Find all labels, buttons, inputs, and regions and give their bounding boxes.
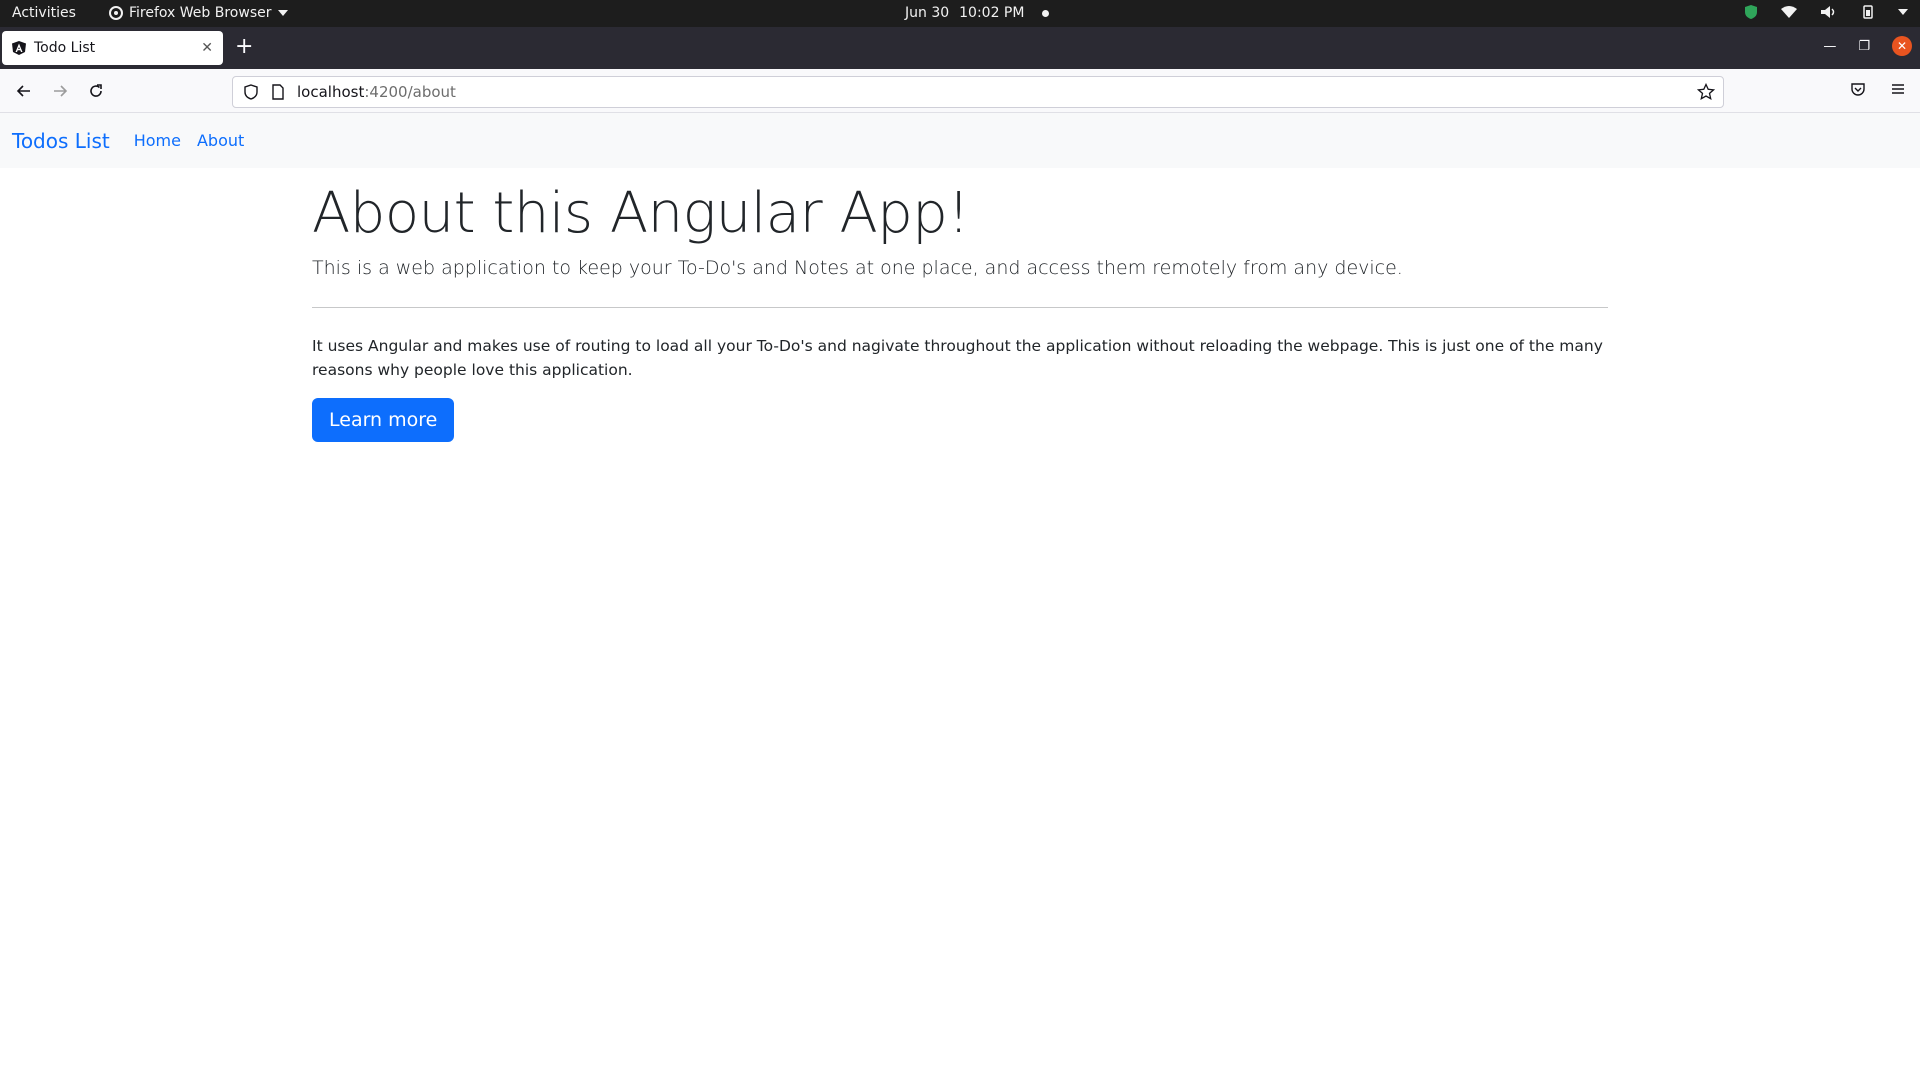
wifi-icon: [1781, 6, 1797, 18]
url-bar[interactable]: localhost:4200/about: [232, 76, 1724, 108]
site-navbar: Todos List Home About: [0, 113, 1920, 168]
volume-icon: [1821, 6, 1835, 18]
activities-button[interactable]: Activities: [12, 5, 76, 21]
lead-text: This is a web application to keep your T…: [312, 257, 1403, 280]
browser-toolbar: localhost:4200/about: [0, 69, 1920, 113]
body-text: It uses Angular and makes use of routing…: [312, 337, 1603, 380]
url-path: :4200/about: [364, 83, 456, 101]
nav-link-about[interactable]: About: [197, 131, 244, 150]
clock-date: Jun 30: [905, 5, 950, 21]
notification-dot-icon: [1042, 9, 1050, 17]
tracking-shield-icon[interactable]: [243, 84, 259, 100]
system-top-bar: Activities Firefox Web Browser Jun 30 10…: [0, 0, 1920, 27]
chevron-down-icon: [277, 10, 288, 16]
restore-icon[interactable]: ❐: [1858, 39, 1870, 54]
shield-icon: [1745, 5, 1757, 19]
page-title: About this Angular App!: [312, 181, 970, 246]
firefox-icon: [109, 6, 123, 20]
clock-time: 10:02 PM: [959, 5, 1025, 21]
toolbar-right: [1850, 81, 1906, 101]
url-host: localhost: [297, 83, 365, 101]
tab-strip: Todo List ✕ + — ❐ ✕: [0, 27, 1920, 69]
learn-more-button[interactable]: Learn more: [312, 398, 455, 443]
reload-icon[interactable]: [84, 79, 108, 103]
angular-favicon-icon: [12, 41, 26, 55]
divider: [312, 307, 1608, 309]
hamburger-menu-icon[interactable]: [1890, 81, 1906, 101]
system-menu-chevron-icon: [1898, 9, 1908, 15]
about-jumbotron: About this Angular App! This is a web ap…: [312, 180, 1608, 443]
app-menu[interactable]: Firefox Web Browser: [109, 5, 288, 21]
new-tab-button[interactable]: +: [235, 36, 253, 58]
tab-close-icon[interactable]: ✕: [201, 40, 213, 56]
battery-icon: [1863, 5, 1873, 19]
minimize-icon[interactable]: —: [1823, 39, 1836, 54]
window-close-icon[interactable]: ✕: [1892, 36, 1912, 56]
tab-todo-list[interactable]: Todo List ✕: [2, 31, 223, 65]
back-arrow-icon[interactable]: [12, 79, 36, 103]
app-name: Firefox Web Browser: [129, 5, 272, 21]
page-info-icon[interactable]: [271, 84, 285, 100]
tab-title: Todo List: [34, 40, 96, 56]
clock[interactable]: Jun 30 10:02 PM: [905, 5, 1050, 21]
system-tray[interactable]: [1744, 4, 1908, 20]
nav-link-home[interactable]: Home: [134, 131, 181, 150]
forward-arrow-icon[interactable]: [48, 79, 72, 103]
brand-link[interactable]: Todos List: [12, 129, 110, 153]
window-controls: — ❐ ✕: [1823, 36, 1912, 56]
pocket-icon[interactable]: [1850, 81, 1866, 101]
bookmark-star-icon[interactable]: [1696, 82, 1716, 105]
